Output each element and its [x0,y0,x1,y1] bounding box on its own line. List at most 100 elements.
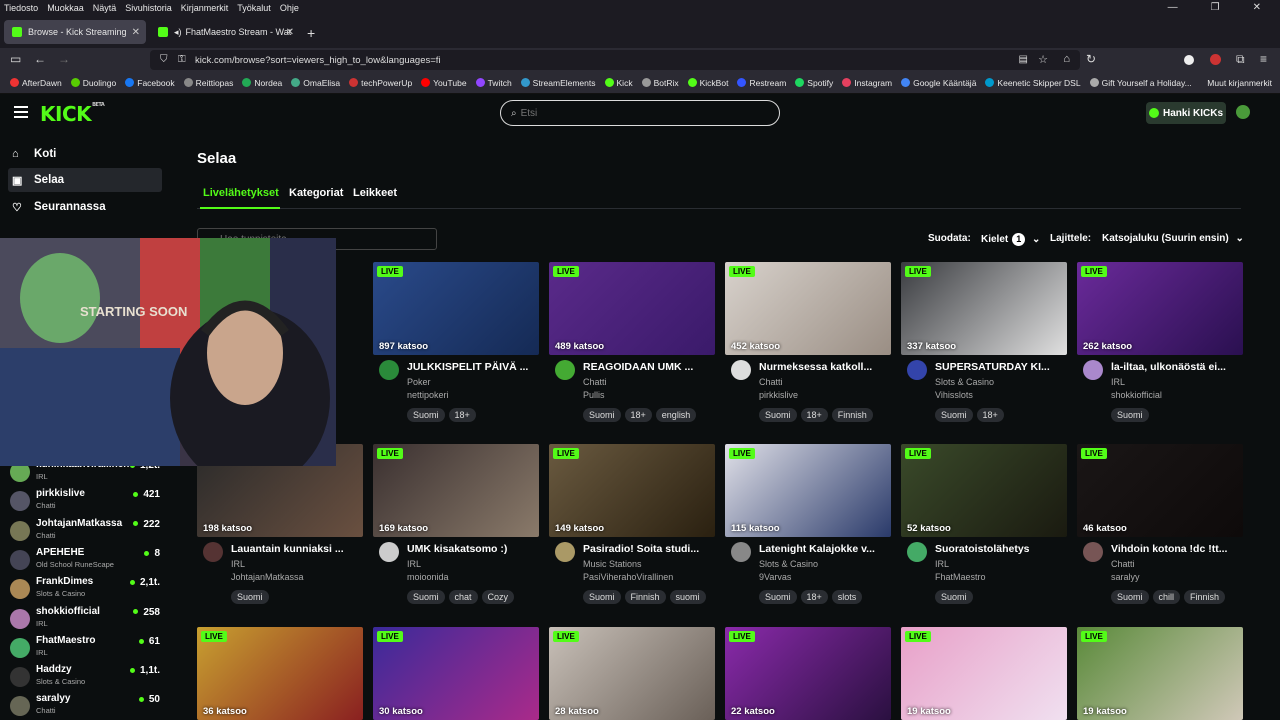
stream-title[interactable]: Nurmeksessa katkoll... [759,361,889,373]
stream-category[interactable]: IRL [935,559,949,569]
channel-avatar[interactable] [907,360,927,380]
reload-icon[interactable]: ↻ [1086,52,1096,66]
following-item[interactable]: JohtajanMatkassa Chatti 222 [10,515,160,544]
bookmark-item[interactable]: Kick [604,78,633,88]
sidebar-item-following[interactable]: ♡ Seurannassa [8,195,162,219]
bookmark-item[interactable]: Twitch [475,78,512,88]
stream-tag[interactable]: english [655,408,697,422]
menu-item[interactable]: Työkalut [237,3,271,13]
stream-title[interactable]: UMK kisakatsomo :) [407,543,537,555]
stream-tag[interactable]: 18+ [800,590,828,604]
stream-thumbnail[interactable]: LIVE 30 katsoo [373,627,539,720]
reader-icon[interactable]: ▤ [1019,54,1028,65]
bookmark-item[interactable]: AfterDawn [10,78,62,88]
stream-category[interactable]: Poker [407,377,431,387]
stream-title[interactable]: la-iltaa, ulkonäöstä ei... [1111,361,1241,373]
bookmark-item[interactable]: Instagram [842,78,892,88]
menu-item[interactable]: Tiedosto [4,3,38,13]
sidebar-item-browse[interactable]: ▣ Selaa [8,168,162,192]
bookmark-item[interactable]: Reittiopas [183,78,233,88]
new-tab-button[interactable]: + [307,25,315,41]
sort-dropdown[interactable]: Katsojaluku (Suurin ensin) ⌄ [1102,233,1244,244]
bookmark-item[interactable]: Gift Yourself a Holiday... [1089,78,1192,88]
stream-tag[interactable]: Suomi [583,408,621,422]
channel-name[interactable]: PasiViherahoVirallinen [583,572,673,582]
channel-avatar[interactable] [731,542,751,562]
stream-tag[interactable]: 18+ [800,408,828,422]
following-item[interactable]: FrankDimes Slots & Casino 2,1t. [10,573,160,602]
forward-icon[interactable]: → [58,52,70,66]
stream-tag[interactable]: Suomi [1111,590,1149,604]
stream-category[interactable]: Slots & Casino [935,377,994,387]
menu-item[interactable]: Sivuhistoria [125,3,172,13]
stream-tag[interactable]: Suomi [407,590,445,604]
channel-avatar[interactable] [203,542,223,562]
stream-tag[interactable]: Suomi [759,408,797,422]
stream-tag[interactable]: Suomi [1111,408,1149,422]
stream-thumbnail[interactable]: LIVE 337 katsoo [901,262,1067,355]
stream-tag[interactable]: slots [831,590,863,604]
menu-item[interactable]: Kirjanmerkit [181,3,229,13]
bookmark-item[interactable]: Facebook [125,78,175,88]
stream-thumbnail[interactable]: LIVE 115 katsoo [725,444,891,537]
stream-title[interactable]: Lauantain kunniaksi ... [231,543,361,555]
channel-name[interactable]: nettipokeri [407,390,449,400]
bookmark-item[interactable]: techPowerUp [349,78,412,88]
stream-thumbnail[interactable]: LIVE 262 katsoo [1077,262,1243,355]
stream-tag[interactable]: Suomi [231,590,269,604]
stream-category[interactable]: Music Stations [583,559,642,569]
channel-avatar[interactable] [555,542,575,562]
stream-category[interactable]: Chatti [583,377,607,387]
tab-categories[interactable]: Kategoriat [289,187,343,199]
stream-tag[interactable]: 18+ [448,408,476,422]
stream-title[interactable]: REAGOIDAAN UMK ... [583,361,713,373]
user-avatar[interactable] [1236,105,1250,119]
stream-thumbnail[interactable]: LIVE 169 katsoo [373,444,539,537]
stream-category[interactable]: IRL [1111,377,1125,387]
channel-name[interactable]: shokkiofficial [1111,390,1162,400]
stream-thumbnail[interactable]: LIVE 19 katsoo [901,627,1067,720]
channel-avatar[interactable] [1083,360,1103,380]
browser-tab[interactable]: ◂) FhatMaestro Stream - Wat ✕ [150,20,300,44]
bookmark-item[interactable]: Restream [737,78,786,88]
close-tab-icon[interactable]: ✕ [286,27,294,38]
stream-thumbnail[interactable]: LIVE 489 katsoo [549,262,715,355]
hamburger-menu-icon[interactable] [14,106,28,118]
stream-thumbnail[interactable]: LIVE 149 katsoo [549,444,715,537]
channel-avatar[interactable] [555,360,575,380]
menu-item[interactable]: Muokkaa [47,3,84,13]
stream-tag[interactable]: chill [1152,590,1181,604]
url-bar[interactable]: ⛉ ⚿ kick.com/browse?sort=viewers_high_to… [150,50,1080,70]
stream-title[interactable]: Vihdoin kotona !dc !tt... [1111,543,1241,555]
stream-tag[interactable]: Finnish [624,590,666,604]
stream-title[interactable]: Pasiradio! Soita studi... [583,543,713,555]
stream-category[interactable]: IRL [231,559,245,569]
stream-tag[interactable]: 18+ [624,408,652,422]
tab-clips[interactable]: Leikkeet [353,187,397,199]
stream-tag[interactable]: Finnish [1184,590,1226,604]
channel-name[interactable]: JohtajanMatkassa [231,572,304,582]
lock-icon[interactable]: ⚿ [178,54,186,65]
stream-thumbnail[interactable]: LIVE 22 katsoo [725,627,891,720]
bookmark-star-icon[interactable]: ☆ [1038,53,1048,66]
stream-thumbnail[interactable]: LIVE 28 katsoo [549,627,715,720]
bookmark-item[interactable]: OmaElisa [291,78,340,88]
bookmark-item[interactable]: StreamElements [520,78,596,88]
stream-title[interactable]: SUPERSATURDAY KI... [935,361,1065,373]
stream-tag[interactable]: suomi [669,590,706,604]
channel-name[interactable]: Pullis [583,390,605,400]
tab-livestreams[interactable]: Livelähetykset [203,187,279,199]
close-window-icon[interactable]: ✕ [1253,2,1261,13]
following-item[interactable]: Haddzy Slots & Casino 1,1t. [10,661,160,690]
search-input[interactable] [520,107,761,119]
shield-icon[interactable]: ⛉ [160,54,168,65]
channel-name[interactable]: pirkkislive [759,390,798,400]
bookmark-item[interactable]: Nordea [242,78,282,88]
bookmark-item[interactable]: BotRix [641,78,679,88]
stream-tag[interactable]: chat [448,590,478,604]
stream-tag[interactable]: 18+ [976,408,1004,422]
channel-avatar[interactable] [379,360,399,380]
channel-name[interactable]: Vihisslots [935,390,973,400]
extension-icon[interactable] [1184,55,1194,65]
home-icon[interactable]: ⌂ [1063,53,1070,65]
